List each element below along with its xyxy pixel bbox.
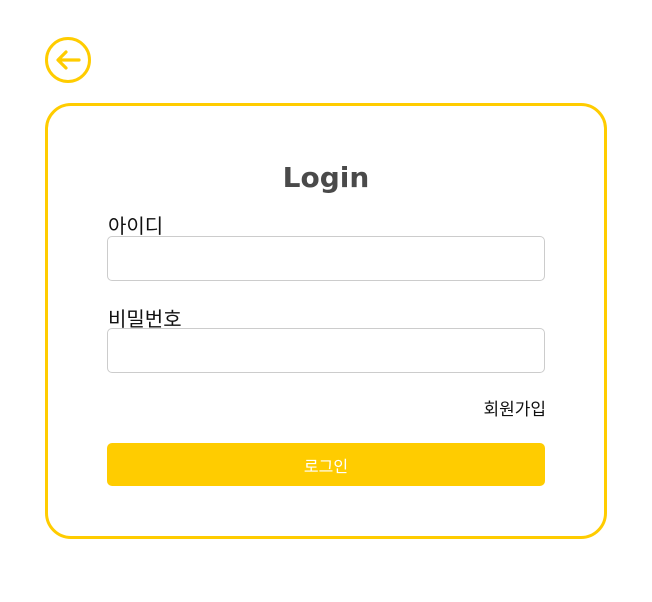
id-label: 아이디 (108, 214, 164, 238)
id-input[interactable] (107, 236, 545, 281)
login-button[interactable]: 로그인 (107, 443, 545, 486)
arrow-left-icon (55, 50, 81, 70)
password-input[interactable] (107, 328, 545, 373)
back-button[interactable] (45, 37, 91, 83)
login-page: Login 아이디 비밀번호 회원가입 로그인 (0, 0, 652, 602)
login-card: Login 아이디 비밀번호 회원가입 로그인 (45, 103, 607, 539)
signup-link[interactable]: 회원가입 (483, 395, 546, 420)
page-title: Login (282, 161, 370, 194)
